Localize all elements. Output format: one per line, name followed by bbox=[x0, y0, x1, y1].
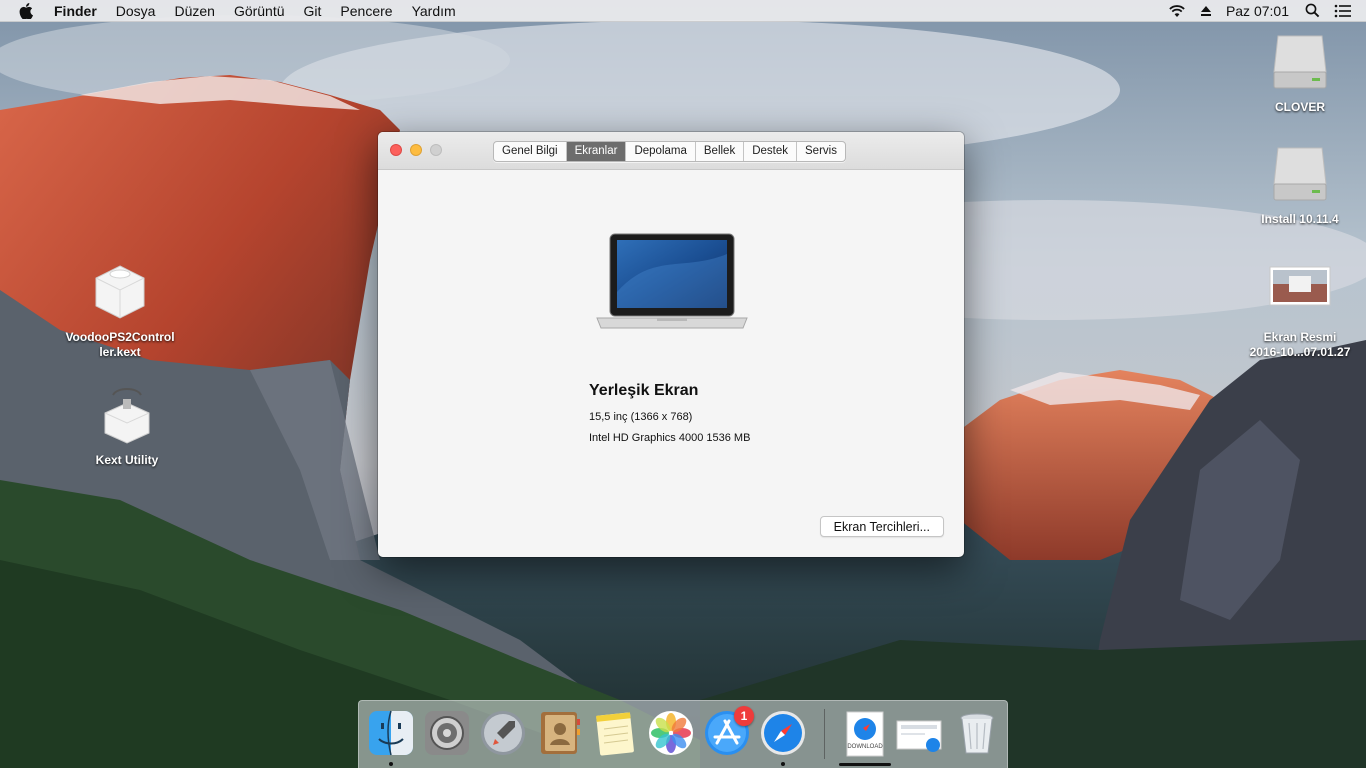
dock: 1 DOWNLOAD bbox=[358, 700, 1008, 768]
dock-item-contacts[interactable] bbox=[535, 709, 583, 757]
tab-bar: Genel Bilgi Ekranlar Depolama Bellek Des… bbox=[493, 141, 846, 162]
desktop-icon-label: Kext Utility bbox=[95, 453, 159, 467]
screenshot-file-icon bbox=[1269, 266, 1331, 310]
menu-app-name[interactable]: Finder bbox=[54, 3, 97, 19]
menu-edit[interactable]: Düzen bbox=[174, 3, 214, 19]
wifi-icon[interactable] bbox=[1168, 4, 1186, 18]
desktop-icon-label: VoodooPS2Control ler.kext bbox=[65, 330, 175, 359]
downloads-label: DOWNLOAD bbox=[847, 744, 883, 750]
menu-help[interactable]: Yardım bbox=[412, 3, 456, 19]
minimize-button[interactable] bbox=[410, 144, 422, 156]
tab-storage[interactable]: Depolama bbox=[626, 142, 696, 161]
menu-bar: Finder Dosya Düzen Görüntü Git Pencere Y… bbox=[0, 0, 1366, 22]
notification-center-icon[interactable] bbox=[1334, 4, 1352, 18]
zoom-button[interactable] bbox=[430, 144, 442, 156]
dock-item-safari[interactable] bbox=[759, 709, 807, 757]
dock-item-app-store[interactable]: 1 bbox=[703, 706, 754, 757]
running-indicator bbox=[781, 762, 785, 766]
tab-support[interactable]: Destek bbox=[744, 142, 797, 161]
menu-go[interactable]: Git bbox=[304, 3, 322, 19]
downloads-stack-indicator bbox=[839, 763, 891, 766]
trash-icon bbox=[960, 713, 994, 754]
dock-separator bbox=[824, 709, 825, 759]
display-name: Yerleşik Ekran bbox=[589, 382, 699, 399]
desktop-icon-screenshot[interactable]: Ekran Resmi 2016-10...07.01.27 bbox=[1240, 266, 1360, 360]
running-indicator bbox=[389, 762, 393, 766]
dock-item-system-preferences[interactable] bbox=[423, 709, 471, 757]
tab-memory[interactable]: Bellek bbox=[696, 142, 745, 161]
desktop-icon-kext-utility[interactable]: Kext Utility bbox=[82, 385, 172, 468]
dock-item-downloads[interactable]: DOWNLOAD bbox=[841, 709, 889, 757]
desktop-icon-install[interactable]: Install 10.11.4 bbox=[1248, 144, 1352, 227]
system-preferences-icon bbox=[425, 711, 469, 755]
dock-item-finder[interactable] bbox=[367, 709, 415, 757]
app-store-badge: 1 bbox=[734, 706, 754, 726]
window-content: Yerleşik Ekran 15,5 inç (1366 x 768) Int… bbox=[378, 170, 964, 557]
launchpad-icon bbox=[481, 711, 525, 755]
contacts-icon bbox=[541, 712, 580, 754]
menu-view[interactable]: Görüntü bbox=[234, 3, 285, 19]
display-gpu: Intel HD Graphics 4000 1536 MB bbox=[589, 432, 751, 444]
spotlight-search-icon[interactable] bbox=[1305, 3, 1320, 18]
dock-item-launchpad[interactable] bbox=[479, 709, 527, 757]
desktop-icon-label: Install 10.11.4 bbox=[1261, 212, 1339, 226]
menu-file[interactable]: Dosya bbox=[116, 3, 156, 19]
menu-window[interactable]: Pencere bbox=[340, 3, 392, 19]
tab-overview[interactable]: Genel Bilgi bbox=[494, 142, 567, 161]
desktop-icon-clover[interactable]: CLOVER bbox=[1256, 32, 1344, 115]
window-titlebar[interactable]: Genel Bilgi Ekranlar Depolama Bellek Des… bbox=[378, 132, 964, 170]
window-controls bbox=[390, 144, 450, 156]
dock-item-document-stack[interactable] bbox=[895, 709, 943, 757]
desktop-icon-label: Ekran Resmi 2016-10...07.01.27 bbox=[1249, 330, 1351, 359]
finder-icon bbox=[369, 710, 413, 756]
about-this-mac-window: Genel Bilgi Ekranlar Depolama Bellek Des… bbox=[378, 132, 964, 557]
tab-service[interactable]: Servis bbox=[797, 142, 845, 161]
external-drive-icon bbox=[1272, 32, 1328, 96]
safari-icon bbox=[761, 711, 805, 755]
kext-bundle-icon bbox=[90, 262, 150, 326]
document-stack-icon bbox=[896, 720, 942, 752]
close-button[interactable] bbox=[390, 144, 402, 156]
menubar-status-area: Paz 07:01 bbox=[1168, 0, 1366, 22]
photos-icon bbox=[649, 711, 693, 755]
dock-item-notes[interactable] bbox=[591, 709, 639, 757]
kext-utility-icon bbox=[97, 385, 157, 449]
tab-displays[interactable]: Ekranlar bbox=[566, 142, 627, 161]
apple-logo-icon[interactable] bbox=[19, 2, 37, 19]
display-size: 15,5 inç (1366 x 768) bbox=[589, 411, 693, 423]
laptop-display-icon bbox=[593, 232, 751, 332]
dock-item-trash[interactable] bbox=[953, 709, 1001, 757]
external-drive-icon bbox=[1272, 144, 1328, 208]
dock-item-photos[interactable] bbox=[647, 709, 695, 757]
menubar-clock[interactable]: Paz 07:01 bbox=[1226, 3, 1289, 19]
eject-icon[interactable] bbox=[1200, 5, 1212, 17]
notes-icon bbox=[596, 712, 634, 756]
display-preferences-button[interactable]: Ekran Tercihleri... bbox=[819, 516, 944, 537]
desktop-icon-label: CLOVER bbox=[1274, 100, 1325, 114]
desktop-icon-voodoops2[interactable]: VoodooPS2Control ler.kext bbox=[58, 262, 182, 360]
